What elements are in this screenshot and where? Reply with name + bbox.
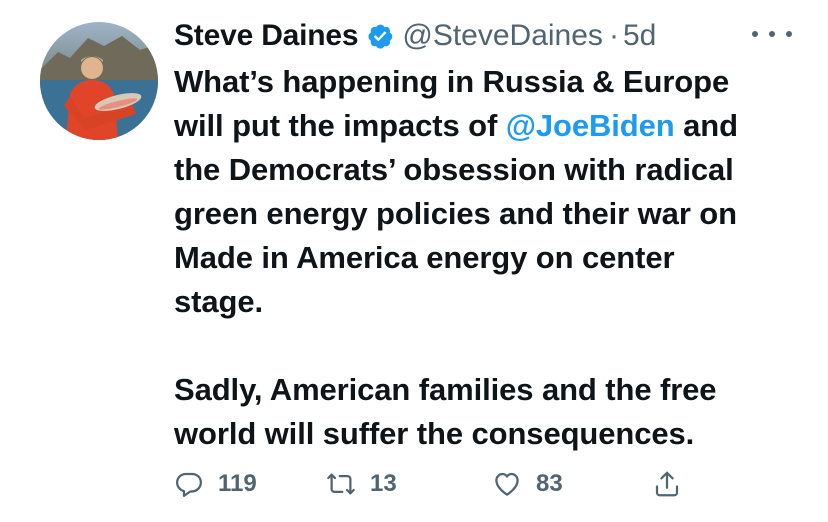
tweet-line: world will suffer the consequences. [174, 416, 695, 451]
tweet-timestamp[interactable]: 5d [623, 19, 656, 53]
share-button[interactable] [652, 462, 682, 506]
tweet-text-segment: will put the impacts of [174, 108, 506, 143]
tweet-line: stage. [174, 284, 263, 319]
retweet-icon [327, 473, 355, 495]
tweet-line: the Democrats’ obsession with radical [174, 152, 734, 187]
more-dots-icon [752, 31, 758, 37]
retweet-button[interactable]: 13 [326, 462, 397, 506]
tweet-line: Made in America energy on center [174, 240, 675, 275]
separator-dot: · [608, 19, 619, 52]
more-options-button[interactable] [752, 22, 792, 46]
reply-button[interactable]: 119 [174, 462, 257, 506]
like-count: 83 [536, 470, 563, 497]
tweet-text-segment: and [674, 108, 738, 143]
avatar-photo [40, 36, 158, 140]
mention-link[interactable]: @JoeBiden [506, 108, 675, 143]
author-avatar[interactable] [40, 22, 158, 140]
reply-count: 119 [218, 470, 257, 497]
reply-bubble-icon [176, 472, 202, 497]
author-name[interactable]: Steve Daines [174, 19, 359, 53]
tweet-line: will put the impacts of @JoeBiden and [174, 104, 814, 148]
tweet-line: Sadly, American families and the free [174, 372, 717, 407]
tweet-line: green energy policies and their war on [174, 196, 737, 231]
tweet-line: What’s happening in Russia & Europe [174, 64, 730, 99]
verified-badge-icon [366, 22, 394, 50]
retweet-count: 13 [370, 470, 397, 497]
share-icon [655, 471, 679, 497]
like-button[interactable]: 83 [492, 462, 563, 506]
tweet-header: Steve Daines @SteveDaines · 5d [174, 14, 656, 58]
heart-icon [495, 472, 519, 496]
tweet-actions: 119 13 83 [174, 462, 694, 506]
author-handle[interactable]: @SteveDaines [402, 19, 603, 53]
tweet-text: What’s happening in Russia & Europe will… [174, 60, 814, 456]
